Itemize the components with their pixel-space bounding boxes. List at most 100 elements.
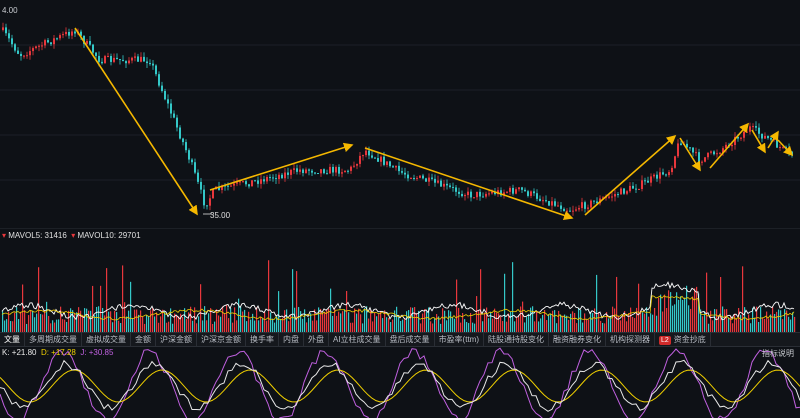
tab-15[interactable]: L2 资金抄底 xyxy=(655,333,711,346)
volume-bar xyxy=(166,322,168,332)
mavol10-label: MAVOL10: 29701 xyxy=(77,231,141,240)
volume-bar xyxy=(446,320,448,332)
volume-bar xyxy=(248,311,250,332)
volume-legend: ▾ MAVOL5: 31416 ▾ MAVOL10: 29701 xyxy=(2,231,141,240)
candle-body xyxy=(563,208,565,212)
volume-bar xyxy=(460,322,462,332)
candle-body xyxy=(434,178,436,183)
candle-body xyxy=(20,53,22,57)
candle-body xyxy=(413,178,415,180)
volume-bar xyxy=(242,311,244,332)
candle-body xyxy=(236,182,238,184)
tab-12[interactable]: 陆股通持股变化 xyxy=(484,333,549,346)
volume-bar xyxy=(322,312,324,332)
volume-bar xyxy=(272,318,274,332)
volume-bar xyxy=(788,316,790,332)
candle-body xyxy=(155,65,157,75)
tab-2[interactable]: 虚拟成交量 xyxy=(82,333,131,346)
volume-bar xyxy=(356,313,358,332)
volume-bar xyxy=(696,286,698,332)
candle-body xyxy=(71,31,73,36)
candle-body xyxy=(311,170,313,173)
candle-body xyxy=(347,170,349,172)
volume-bar xyxy=(678,299,680,332)
candle-body xyxy=(650,176,652,183)
tab-13[interactable]: 融资融券变化 xyxy=(549,333,606,346)
volume-bar xyxy=(386,317,388,332)
volume-bar xyxy=(662,311,664,332)
candle-body xyxy=(530,191,532,196)
tab-8[interactable]: 外盘 xyxy=(304,333,329,346)
candle-body xyxy=(92,44,94,53)
candle-body xyxy=(521,187,523,190)
candle-body xyxy=(377,158,379,162)
volume-bar xyxy=(760,306,762,332)
volume-bar xyxy=(478,310,480,332)
candle-body xyxy=(473,197,475,199)
volume-bar xyxy=(240,306,242,332)
tab-label: 市盈率(ttm) xyxy=(438,335,479,344)
candle-body xyxy=(383,156,385,165)
volume-bar xyxy=(408,310,410,332)
tab-6[interactable]: 换手率 xyxy=(246,333,279,346)
tab-4[interactable]: 沪深金额 xyxy=(156,333,197,346)
tab-10[interactable]: 盘后成交量 xyxy=(386,333,435,346)
tab-1[interactable]: 多周期成交量 xyxy=(25,333,82,346)
tab-7[interactable]: 内盘 xyxy=(279,333,304,346)
candle-body xyxy=(578,208,580,210)
volume-bar xyxy=(280,319,282,332)
candle-body xyxy=(632,185,634,189)
volume-bar xyxy=(396,306,398,332)
tab-11[interactable]: 市盈率(ttm) xyxy=(435,333,484,346)
volume-bar xyxy=(78,307,80,332)
volume-bar xyxy=(176,315,178,332)
tab-0[interactable]: 文量 xyxy=(0,333,25,346)
volume-bar xyxy=(146,315,148,332)
volume-bar xyxy=(454,318,456,332)
volume-bar xyxy=(646,307,648,332)
tab-5[interactable]: 沪深京金额 xyxy=(197,333,246,346)
volume-bar xyxy=(512,262,514,332)
volume-bar xyxy=(68,310,70,332)
kdj-chart-panel[interactable]: K: +21.80 D: +17.28 J: +30.85 指标说明 xyxy=(0,346,800,418)
volume-bar xyxy=(86,308,88,332)
volume-chart-panel[interactable]: ▾ MAVOL5: 31416 ▾ MAVOL10: 29701 xyxy=(0,228,800,332)
volume-bar xyxy=(464,319,466,332)
tab-label: 沪深金额 xyxy=(160,335,192,344)
candlestick-chart[interactable] xyxy=(0,0,800,228)
volume-bar xyxy=(566,315,568,332)
candle-body xyxy=(395,165,397,168)
volume-bar xyxy=(252,313,254,332)
volume-chart[interactable] xyxy=(0,228,800,332)
candle-body xyxy=(371,155,373,158)
volume-bar xyxy=(496,312,498,332)
tab-9[interactable]: AI立柱成交量 xyxy=(329,333,386,346)
volume-bar xyxy=(728,317,730,332)
volume-bar xyxy=(586,319,588,332)
volume-bar xyxy=(200,284,202,332)
volume-bar xyxy=(260,316,262,332)
candle-body xyxy=(302,169,304,173)
volume-bar xyxy=(372,321,374,332)
candle-body xyxy=(257,180,259,184)
volume-bar xyxy=(608,318,610,332)
volume-bar xyxy=(198,316,200,332)
indicator-help-link[interactable]: 指标说明 xyxy=(762,348,794,359)
volume-bar xyxy=(306,322,308,332)
kdj-chart[interactable] xyxy=(0,346,800,418)
volume-bar xyxy=(114,310,116,332)
tab-14[interactable]: 机构探测器 xyxy=(606,333,655,346)
candle-body xyxy=(167,99,169,104)
volume-bar xyxy=(244,309,246,332)
volume-bar xyxy=(720,277,722,332)
volume-bar xyxy=(66,321,68,332)
candle-body xyxy=(431,177,433,179)
volume-bar xyxy=(350,322,352,332)
candle-body xyxy=(767,135,769,139)
tab-3[interactable]: 金额 xyxy=(131,333,156,346)
candle-body xyxy=(533,191,535,194)
price-chart-panel[interactable]: 4.00 35.00 xyxy=(0,0,800,228)
volume-bar xyxy=(778,309,780,332)
volume-bar xyxy=(694,288,696,332)
candle-body xyxy=(44,40,46,46)
